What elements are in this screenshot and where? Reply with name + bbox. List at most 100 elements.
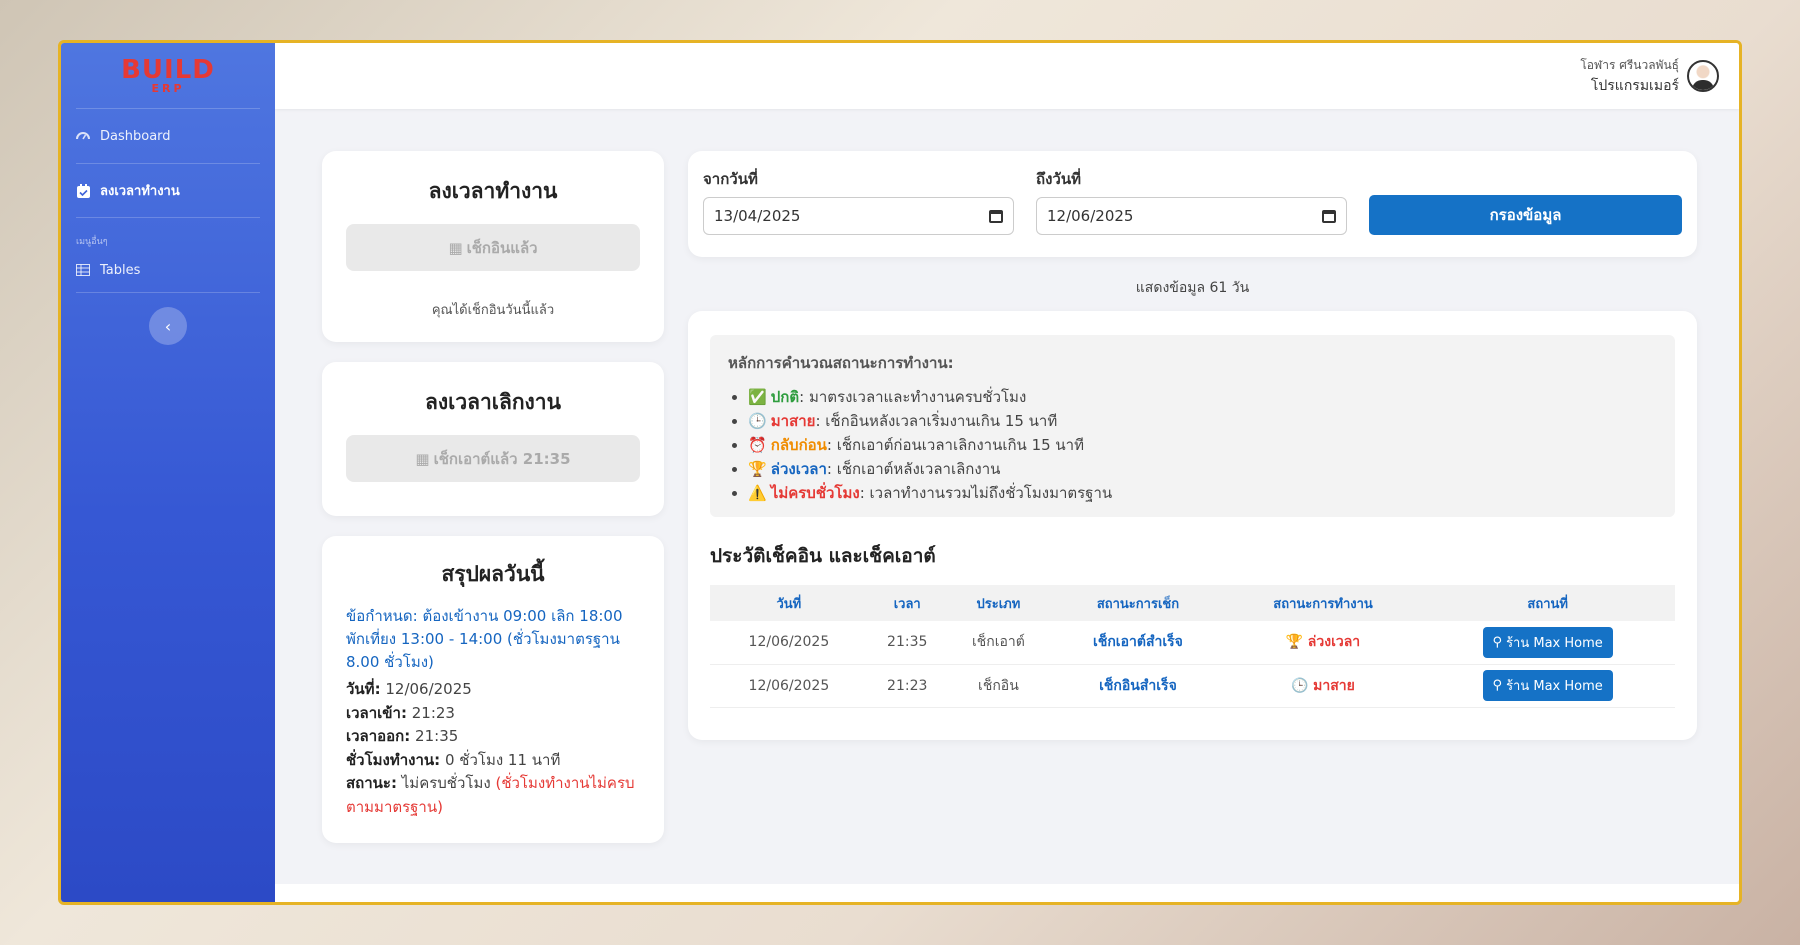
summary-card: สรุปผลวันนี้ ข้อกำหนด: ต้องเข้างาน 09:00…: [322, 536, 664, 843]
status-emoji-icon: ✅: [748, 388, 767, 406]
cell-check-status: เช็กอินสำเร็จ: [1050, 664, 1226, 708]
main-area: โอฬาร ศรีนวลพันธุ์ โปรแกรมเมอร์ ลงเวลาทำ…: [275, 43, 1739, 902]
rule-name: ล่วงเวลา: [770, 460, 827, 478]
table-header-cell: สถานะการทำงาน: [1225, 585, 1421, 621]
user-role: โปรแกรมเมอร์: [1590, 77, 1679, 94]
to-date-value: 12/06/2025: [1047, 207, 1134, 225]
summary-status: ไม่ครบชั่วโมง: [401, 774, 491, 792]
from-date-label: จากวันที่: [703, 170, 758, 188]
cell-type: เช็กเอาต์: [946, 621, 1051, 665]
table-row: 12/06/2025 21:23 เช็กอิน เช็กอินสำเร็จ 🕒 มาส…: [710, 664, 1675, 708]
rule-item: 🏆 ล่วงเวลา: เช็กเอาต์หลังเวลาเลิกงาน: [748, 457, 1657, 481]
status-emoji-icon: 🕒: [1291, 677, 1314, 694]
history-card: หลักการคำนวณสถานะการทำงาน: ✅ ปกติ: มาตรง…: [688, 311, 1697, 740]
cell-work-status: 🏆 ล่วงเวลา: [1225, 621, 1421, 665]
checkin-card: ลงเวลาทำงาน ▦ เช็กอินแล้ว คุณได้เช็กอินว…: [322, 151, 664, 342]
sidebar-item-dashboard[interactable]: Dashboard: [76, 109, 260, 163]
location-label: ร้าน Max Home: [1506, 635, 1603, 651]
rule-item: ✅ ปกติ: มาตรงเวลาและทำงานครบชั่วโมง: [748, 385, 1657, 409]
table-header-cell: สถานะการเช็ก: [1050, 585, 1226, 621]
chevron-left-icon: ‹: [164, 316, 172, 336]
rule-desc: : มาตรงเวลาและทำงานครบชั่วโมง: [799, 388, 1027, 406]
checkout-button[interactable]: ▦ เช็กเอาต์แล้ว 21:35: [346, 435, 640, 482]
rule-desc: : เช็กเอาต์ก่อนเวลาเลิกงานเกิน 15 นาที: [826, 436, 1084, 454]
rules-title: หลักการคำนวณสถานะการทำงาน:: [728, 354, 954, 372]
logo-subtext: ERP: [151, 82, 185, 95]
status-emoji-icon: 🏆: [1285, 634, 1308, 651]
map-pin-icon: ⚲: [1492, 634, 1503, 650]
history-table: วันที่ เวลา ประเภท สถานะการเช็ก สถานะการทำงา…: [710, 585, 1675, 708]
days-info: แสดงข้อมูล 61 วัน: [1135, 280, 1250, 296]
rules-box: หลักการคำนวณสถานะการทำงาน: ✅ ปกติ: มาตรง…: [710, 335, 1675, 517]
sidebar-item-tables[interactable]: Tables: [76, 248, 260, 292]
from-date-input[interactable]: 13/04/2025: [703, 197, 1014, 235]
checkout-title: ลงเวลาเลิกงาน: [425, 390, 561, 414]
calendar-icon[interactable]: [1322, 209, 1336, 223]
cell-date: 12/06/2025: [710, 621, 868, 665]
to-date-input[interactable]: 12/06/2025: [1036, 197, 1347, 235]
checkin-button-label: เช็กอินแล้ว: [466, 238, 538, 257]
to-date-label: ถึงวันที่: [1036, 170, 1081, 188]
topbar: โอฬาร ศรีนวลพันธุ์ โปรแกรมเมอร์: [275, 43, 1739, 109]
table-header-cell: เวลา: [867, 585, 947, 621]
sidebar-item-label: Tables: [100, 262, 141, 278]
from-date-value: 13/04/2025: [714, 207, 801, 225]
rule-item: ⏰ กลับก่อน: เช็กเอาต์ก่อนเวลาเลิกงานเกิน…: [748, 433, 1657, 457]
user-info[interactable]: โอฬาร ศรีนวลพันธุ์ โปรแกรมเมอร์: [1580, 56, 1679, 97]
cell-work-status: 🕒 มาสาย: [1225, 664, 1421, 708]
map-pin-icon: ⚲: [1492, 678, 1503, 693]
gauge-icon: [76, 129, 90, 143]
sidebar-item-timesheet[interactable]: ลงเวลาทำงาน: [76, 163, 260, 217]
left-column: ลงเวลาทำงาน ▦ เช็กอินแล้ว คุณได้เช็กอินว…: [322, 151, 664, 884]
checkin-title: ลงเวลาทำงาน: [428, 179, 558, 203]
location-button[interactable]: ⚲ ร้าน Max Home: [1482, 626, 1613, 658]
cell-time: 21:35: [867, 621, 947, 665]
work-status-label: มาสาย: [1313, 677, 1355, 694]
sidebar-item-label: ลงเวลาทำงาน: [100, 184, 180, 199]
filter-button[interactable]: กรองข้อมูล: [1369, 195, 1682, 235]
sidebar-section-heading: เมนูอื่นๆ: [76, 237, 108, 247]
table-icon: [76, 263, 90, 277]
cell-check-status: เช็กเอาต์สำเร็จ: [1050, 621, 1226, 665]
summary-rule: ข้อกำหนด: ต้องเข้างาน 09:00 เลิก 18:00 พ…: [346, 607, 623, 671]
summary-status-label: สถานะ:: [346, 774, 397, 792]
location-button[interactable]: ⚲ ร้าน Max Home: [1482, 670, 1613, 701]
cell-date: 12/06/2025: [710, 664, 868, 708]
cell-location: ⚲ ร้าน Max Home: [1420, 621, 1675, 665]
summary-hours-label: ชั่วโมงทำงาน:: [346, 750, 441, 769]
user-name: โอฬาร ศรีนวลพันธุ์: [1580, 57, 1679, 72]
summary-out: 21:35: [415, 727, 459, 745]
rule-name: ไม่ครบชั่วโมง: [770, 484, 860, 502]
summary-in: 21:23: [411, 703, 455, 722]
content: ลงเวลาทำงาน ▦ เช็กอินแล้ว คุณได้เช็กอินว…: [275, 109, 1739, 884]
history-title: ประวัติเช็คอิน และเช็คเอาต์: [710, 545, 936, 567]
cell-type: เช็กอิน: [946, 664, 1051, 708]
cell-location: ⚲ ร้าน Max Home: [1420, 664, 1675, 708]
summary-date: 12/06/2025: [385, 680, 472, 698]
status-emoji-icon: ⚠️: [748, 484, 767, 502]
app-window: BUILD ERP Dashboard ลงเวลาทำงาน เมนูอื่น…: [58, 40, 1742, 905]
logo-text: BUILD: [121, 55, 215, 85]
calendar-icon[interactable]: [989, 209, 1003, 223]
sidebar-collapse-button[interactable]: ‹: [149, 307, 187, 345]
rule-desc: : เวลาทำงานรวมไม่ถึงชั่วโมงมาตรฐาน: [859, 484, 1113, 502]
checkin-button[interactable]: ▦ เช็กอินแล้ว: [346, 224, 640, 271]
checkin-note: คุณได้เช็กอินวันนี้แล้ว: [431, 303, 555, 318]
rule-desc: : เช็กเอาต์หลังเวลาเลิกงาน: [826, 460, 1001, 478]
status-emoji-icon: ⏰: [748, 436, 767, 454]
rule-item: ⚠️ ไม่ครบชั่วโมง: เวลาทำงานรวมไม่ถึงชั่ว…: [748, 481, 1657, 505]
checkout-button-label: เช็กเอาต์แล้ว 21:35: [433, 449, 571, 468]
status-emoji-icon: 🏆: [748, 460, 767, 478]
summary-hours: 0 ชั่วโมง 11 นาที: [444, 750, 561, 769]
logo[interactable]: BUILD ERP: [76, 43, 260, 109]
from-date-field: จากวันที่ 13/04/2025: [703, 167, 1014, 235]
summary-out-label: เวลาออก:: [346, 727, 411, 745]
qrcode-icon: ▦: [448, 238, 463, 257]
table-header-cell: วันที่: [710, 585, 868, 621]
sidebar: BUILD ERP Dashboard ลงเวลาทำงาน เมนูอื่น…: [61, 43, 275, 902]
summary-title: สรุปผลวันนี้: [441, 562, 545, 586]
calendar-check-icon: [76, 183, 90, 198]
rule-name: ปกติ: [770, 388, 800, 406]
avatar[interactable]: [1687, 60, 1719, 92]
right-column: จากวันที่ 13/04/2025 ถึงวันที่ 12/06/202…: [688, 151, 1697, 884]
